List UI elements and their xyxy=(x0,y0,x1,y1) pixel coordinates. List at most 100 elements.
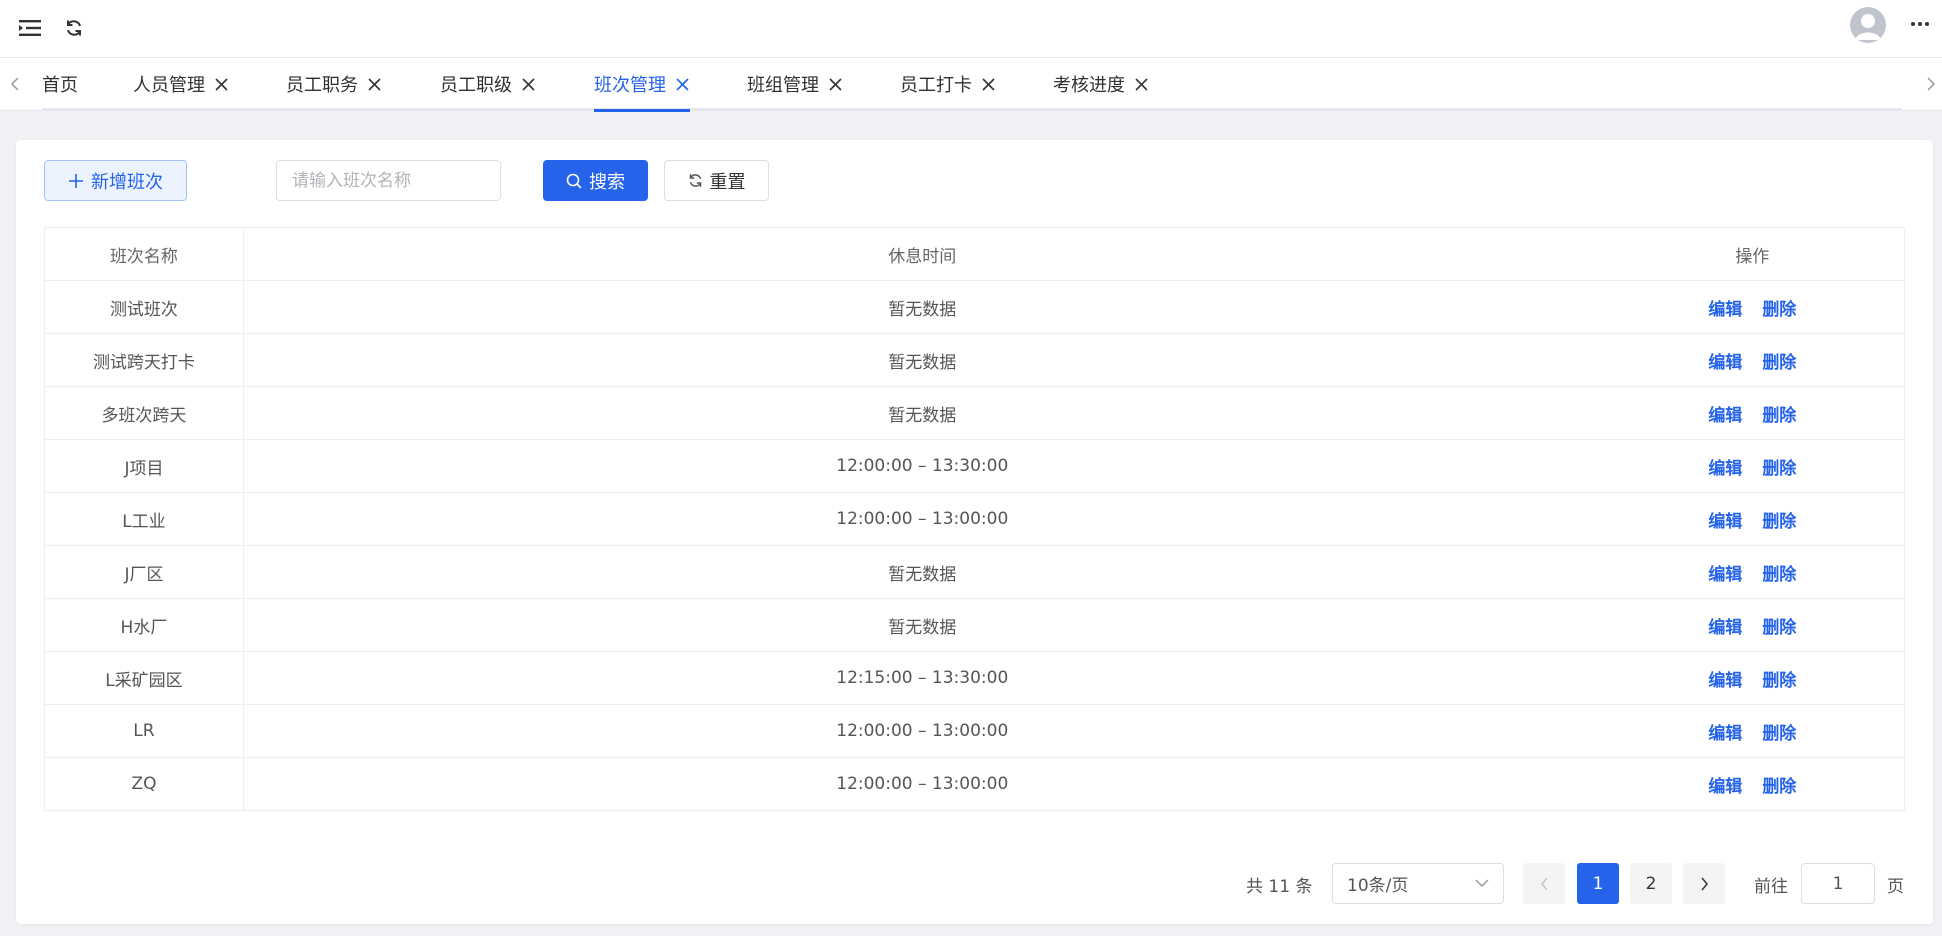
rest-time-cell: 暂无数据 xyxy=(243,545,1601,599)
menu-fold-icon[interactable] xyxy=(16,14,44,42)
tab-scroll-right-icon[interactable] xyxy=(1921,74,1941,94)
delete-button[interactable]: 删除 xyxy=(1762,565,1796,585)
actions-cell: 编辑 删除 xyxy=(1600,492,1905,546)
actions-cell: 编辑 删除 xyxy=(1600,333,1905,387)
edit-button[interactable]: 编辑 xyxy=(1708,565,1742,585)
close-icon[interactable] xyxy=(213,76,229,92)
search-label: 搜索 xyxy=(589,171,625,193)
page-2-button[interactable]: 2 xyxy=(1630,863,1672,904)
close-icon[interactable] xyxy=(366,76,382,92)
close-icon[interactable] xyxy=(827,76,843,92)
more-menu-icon[interactable] xyxy=(1906,12,1934,36)
close-icon[interactable] xyxy=(1133,76,1149,92)
delete-button[interactable]: 删除 xyxy=(1762,406,1796,426)
actions-cell: 编辑 删除 xyxy=(1600,757,1905,811)
delete-button[interactable]: 删除 xyxy=(1762,777,1796,797)
add-shift-label: 新增班次 xyxy=(91,171,163,193)
shift-name-cell: 测试跨天打卡 xyxy=(44,333,244,387)
plus-icon xyxy=(69,173,83,188)
tab-positions[interactable]: 员工职务 xyxy=(286,58,382,110)
edit-button[interactable]: 编辑 xyxy=(1708,353,1742,373)
tab-shift-management[interactable]: 班次管理 xyxy=(594,58,690,112)
user-avatar[interactable] xyxy=(1850,7,1886,43)
top-header xyxy=(0,0,1942,58)
goto-page-input[interactable] xyxy=(1801,863,1875,904)
tab-assessment[interactable]: 考核进度 xyxy=(1053,58,1149,110)
actions-cell: 编辑 删除 xyxy=(1600,598,1905,652)
user-icon xyxy=(1855,14,1881,40)
tab-home[interactable]: 首页 xyxy=(42,58,78,110)
refresh-icon[interactable] xyxy=(60,14,88,42)
table-row: LR 12:00:00 – 13:00:00 编辑 删除 xyxy=(44,704,1905,758)
page-1-button[interactable]: 1 xyxy=(1577,863,1619,904)
edit-button[interactable]: 编辑 xyxy=(1708,300,1742,320)
rest-time-cell: 12:00:00 – 13:00:00 xyxy=(243,704,1601,758)
delete-button[interactable]: 删除 xyxy=(1762,618,1796,638)
next-page-button[interactable] xyxy=(1683,863,1725,904)
add-shift-button[interactable]: 新增班次 xyxy=(44,160,187,201)
table-row: J厂区 暂无数据 编辑 删除 xyxy=(44,545,1905,599)
table-row: 测试跨天打卡 暂无数据 编辑 删除 xyxy=(44,333,1905,387)
edit-button[interactable]: 编辑 xyxy=(1708,618,1742,638)
shift-name-cell: 多班次跨天 xyxy=(44,386,244,440)
delete-button[interactable]: 删除 xyxy=(1762,671,1796,691)
close-icon[interactable] xyxy=(980,76,996,92)
chevron-right-icon xyxy=(1700,877,1708,890)
table-row: 测试班次 暂无数据 编辑 删除 xyxy=(44,280,1905,334)
refresh-icon xyxy=(689,174,701,187)
edit-button[interactable]: 编辑 xyxy=(1708,406,1742,426)
shift-name-cell: H水厂 xyxy=(44,598,244,652)
edit-button[interactable]: 编辑 xyxy=(1708,459,1742,479)
shift-name-cell: ZQ xyxy=(44,757,244,811)
tab-label: 员工职务 xyxy=(286,75,358,96)
table-row: ZQ 12:00:00 – 13:00:00 编辑 删除 xyxy=(44,757,1905,811)
actions-cell: 编辑 删除 xyxy=(1600,280,1905,334)
tab-scroll-left-icon[interactable] xyxy=(5,74,25,94)
search-icon xyxy=(566,173,582,189)
shift-name-cell: L采矿园区 xyxy=(44,651,244,705)
edit-button[interactable]: 编辑 xyxy=(1708,671,1742,691)
page-size-select[interactable]: 10条/页 xyxy=(1332,863,1504,904)
prev-page-button[interactable] xyxy=(1523,863,1565,904)
column-header-actions: 操作 xyxy=(1600,227,1905,281)
reset-button[interactable]: 重置 xyxy=(664,160,769,201)
close-icon[interactable] xyxy=(674,76,690,92)
reset-label: 重置 xyxy=(709,171,746,193)
delete-button[interactable]: 删除 xyxy=(1762,724,1796,744)
page-unit-label: 页 xyxy=(1887,877,1904,897)
rest-time-cell: 暂无数据 xyxy=(243,386,1601,440)
shift-name-cell: 测试班次 xyxy=(44,280,244,334)
tab-personnel[interactable]: 人员管理 xyxy=(133,58,229,110)
tab-ranks[interactable]: 员工职级 xyxy=(440,58,536,110)
delete-button[interactable]: 删除 xyxy=(1762,512,1796,532)
delete-button[interactable]: 删除 xyxy=(1762,353,1796,373)
delete-button[interactable]: 删除 xyxy=(1762,300,1796,320)
shift-name-cell: J厂区 xyxy=(44,545,244,599)
close-icon[interactable] xyxy=(520,76,536,92)
tab-label: 考核进度 xyxy=(1053,75,1125,96)
shift-name-cell: L工业 xyxy=(44,492,244,546)
table-row: L工业 12:00:00 – 13:00:00 编辑 删除 xyxy=(44,492,1905,546)
shift-name-search-input[interactable] xyxy=(276,160,501,201)
edit-button[interactable]: 编辑 xyxy=(1708,724,1742,744)
search-button[interactable]: 搜索 xyxy=(543,160,648,201)
table-header-row: 班次名称 休息时间 操作 xyxy=(44,227,1905,281)
pagination-total: 共 11 条 xyxy=(1246,877,1313,897)
page-size-value: 10条/页 xyxy=(1347,876,1409,896)
content-card: 新增班次 搜索 重置 班次名称 休息时间 操作 测试班次 暂无数据 编辑删除 测… xyxy=(16,140,1933,924)
shift-name-cell: J项目 xyxy=(44,439,244,493)
tab-label: 首页 xyxy=(42,75,78,96)
edit-button[interactable]: 编辑 xyxy=(1708,777,1742,797)
table-row: 多班次跨天 暂无数据 编辑 删除 xyxy=(44,386,1905,440)
actions-cell: 编辑 删除 xyxy=(1600,386,1905,440)
tab-team-management[interactable]: 班组管理 xyxy=(747,58,843,110)
actions-cell: 编辑 删除 xyxy=(1600,651,1905,705)
delete-button[interactable]: 删除 xyxy=(1762,459,1796,479)
column-header-rest-time: 休息时间 xyxy=(243,227,1601,281)
tab-clock-in[interactable]: 员工打卡 xyxy=(900,58,996,110)
actions-cell: 编辑 删除 xyxy=(1600,545,1905,599)
rest-time-cell: 12:15:00 – 13:30:00 xyxy=(243,651,1601,705)
tabs-bar: 首页 人员管理 员工职务 员工职级 班次管理 班组管理 员工打卡 考核进度 xyxy=(0,58,1942,112)
actions-cell: 编辑 删除 xyxy=(1600,439,1905,493)
edit-button[interactable]: 编辑 xyxy=(1708,512,1742,532)
